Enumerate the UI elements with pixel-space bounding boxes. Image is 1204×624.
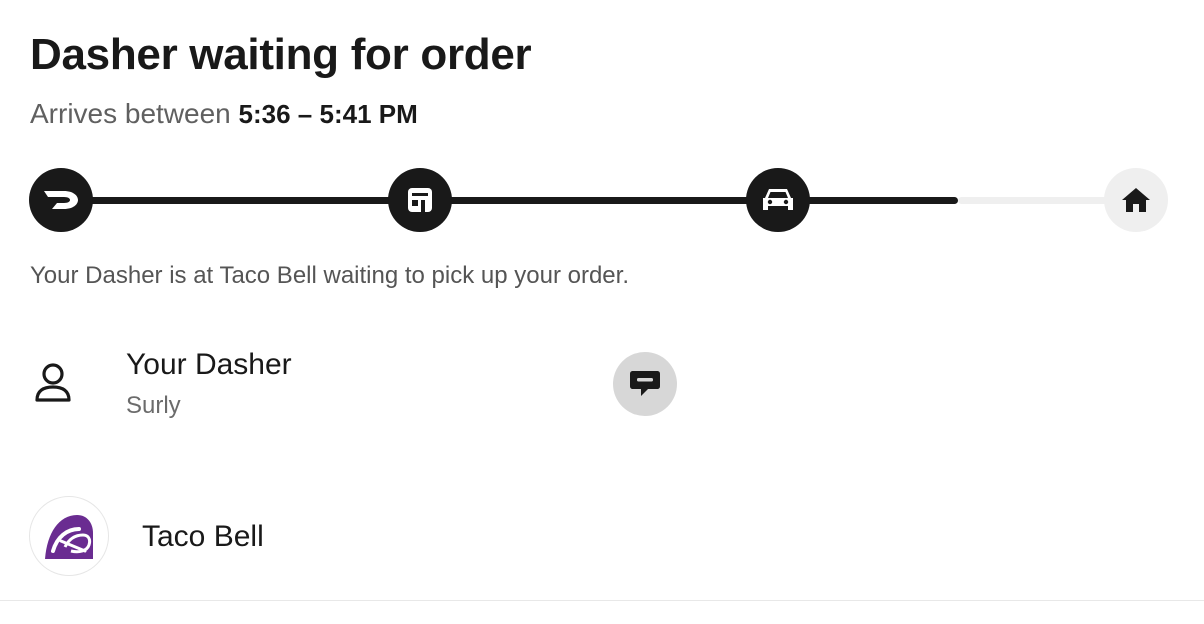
car-icon	[763, 189, 793, 210]
store-icon	[408, 188, 432, 212]
eta-time: 5:36 – 5:41 PM	[238, 99, 418, 129]
step-on-the-way	[746, 168, 810, 232]
dasher-name: Surly	[126, 392, 181, 419]
step-dasher-assigned	[29, 168, 93, 232]
store-logo	[29, 496, 109, 576]
status-message: Your Dasher is at Taco Bell waiting to p…	[30, 262, 629, 289]
page-title: Dasher waiting for order	[30, 30, 532, 79]
dasher-label: Your Dasher	[126, 348, 292, 381]
eta-prefix: Arrives between	[30, 98, 239, 129]
home-icon	[1122, 188, 1150, 212]
taco-bell-logo-icon	[45, 515, 93, 559]
doordash-logo-icon	[44, 191, 78, 209]
chat-with-dasher-button[interactable]	[613, 352, 677, 416]
step-store	[388, 168, 452, 232]
progress-tracker	[0, 168, 1204, 232]
chat-icon	[630, 371, 660, 396]
person-icon	[35, 363, 71, 402]
divider	[0, 600, 1204, 601]
step-delivered-home	[1104, 168, 1168, 232]
order-tracking-page: Dasher waiting for order Arrives between…	[0, 0, 1204, 624]
progress-bar-fill	[60, 197, 958, 204]
store-name: Taco Bell	[142, 520, 264, 553]
eta-line: Arrives between 5:36 – 5:41 PM	[30, 98, 418, 130]
